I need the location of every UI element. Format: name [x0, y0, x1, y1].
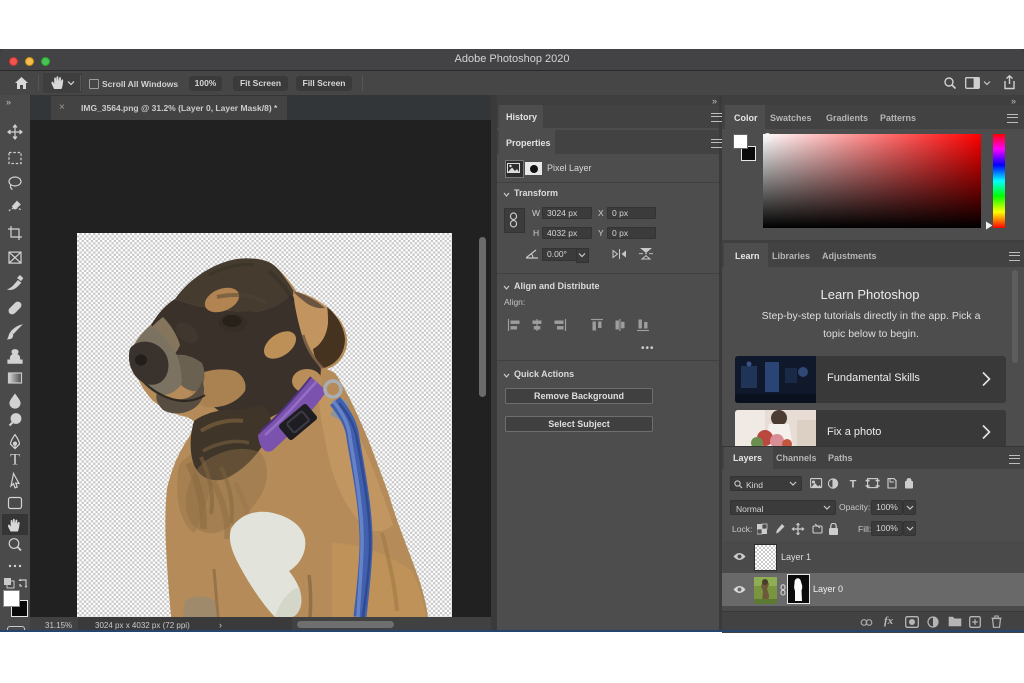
- svg-text:T: T: [10, 452, 20, 469]
- svg-text:T: T: [850, 479, 857, 490]
